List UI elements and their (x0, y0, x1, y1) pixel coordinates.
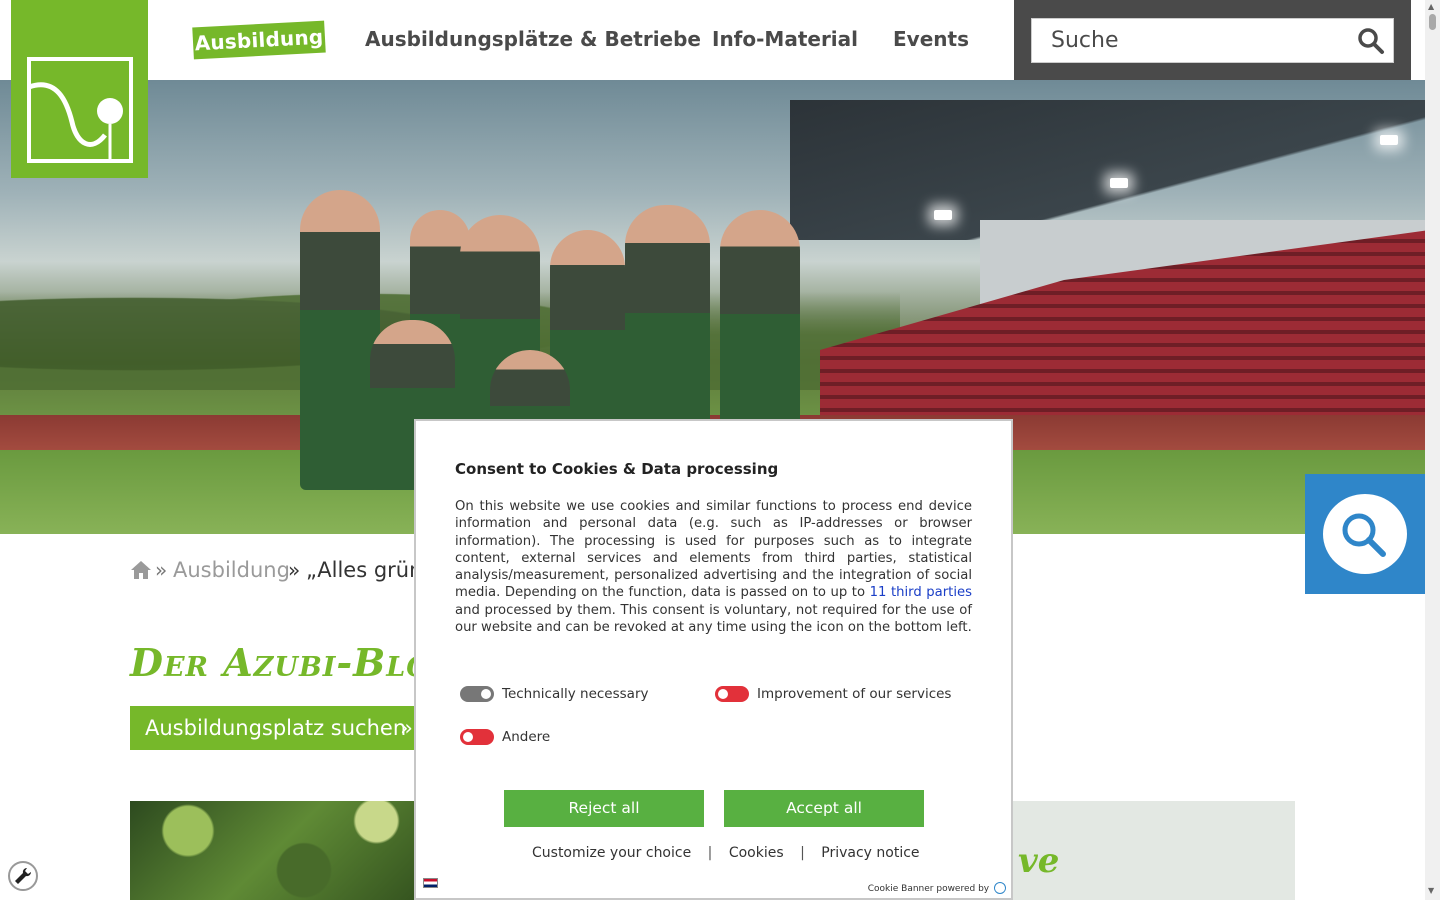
logo-mark-icon (27, 57, 133, 163)
cookie-dialog-text: On this website we use cookies and simil… (455, 499, 972, 636)
language-flag-icon[interactable] (423, 878, 438, 888)
search-input[interactable] (1032, 19, 1342, 62)
header-search-box (1031, 18, 1394, 63)
customize-choice-link[interactable]: Customize your choice (532, 845, 691, 861)
scroll-down-icon[interactable]: ▼ (1428, 886, 1434, 895)
home-icon[interactable] (130, 560, 152, 585)
page-title-left: Der Azubi-Blo (130, 640, 431, 685)
breadcrumb-link-ausbildung[interactable]: Ausbildung (173, 558, 290, 582)
toggle-switch[interactable] (715, 686, 749, 702)
page-scrollbar[interactable]: ▲ ▼ (1425, 0, 1440, 900)
site-logo[interactable] (11, 0, 148, 178)
teaser-image[interactable] (130, 801, 420, 900)
cookies-link[interactable]: Cookies (729, 845, 784, 861)
cookie-consent-dialog: Consent to Cookies & Data processing On … (414, 419, 1013, 900)
toggle-switch[interactable] (460, 686, 494, 702)
nav-ausbildung-badge[interactable]: Ausbildung (192, 20, 326, 60)
site-header: Ausbildung Ausbildungsplätze & Betriebe … (0, 0, 1425, 80)
double-chevron-icon: » (400, 716, 413, 740)
header-search-area (1014, 0, 1411, 80)
nav-ausbildungsplaetze[interactable]: Ausbildungsplätze & Betriebe (365, 27, 701, 51)
toggle-technically-necessary[interactable]: Technically necessary (460, 684, 680, 704)
cookie-dialog-title: Consent to Cookies & Data processing (455, 460, 779, 478)
page-title: Der Azubi-Blo en (130, 640, 966, 685)
toggle-switch[interactable] (460, 729, 494, 745)
nav-info-material[interactable]: Info-Material (712, 27, 858, 51)
teaser-card[interactable]: ve (1010, 801, 1295, 900)
nav-events[interactable]: Events (893, 27, 969, 51)
search-icon[interactable] (1357, 27, 1385, 55)
hero-person (300, 190, 380, 490)
powered-by-link[interactable]: Cookie Banner powered by (868, 882, 1006, 894)
floating-search-button[interactable] (1305, 474, 1425, 594)
scroll-up-icon[interactable]: ▲ (1428, 2, 1434, 11)
cookie-settings-wrench-icon[interactable] (8, 861, 38, 891)
reject-all-button[interactable]: Reject all (504, 790, 704, 827)
cookie-dialog-links: Customize your choice | Cookies | Privac… (532, 845, 920, 861)
toggle-andere[interactable]: Andere (460, 727, 580, 747)
breadcrumb-separator-icon: » (155, 558, 168, 582)
third-parties-link[interactable]: 11 third parties (870, 585, 972, 600)
scrollbar-thumb[interactable] (1429, 14, 1436, 30)
magnifier-icon (1342, 513, 1386, 557)
privacy-notice-link[interactable]: Privacy notice (821, 845, 919, 861)
breadcrumb-current: „Alles grün (306, 558, 423, 582)
accept-all-button[interactable]: Accept all (724, 790, 924, 827)
ausbildungsplatz-suchen-button[interactable]: Ausbildungsplatz suchen » (130, 706, 420, 750)
provider-logo-icon (994, 882, 1006, 894)
toggle-improvement-services[interactable]: Improvement of our services (715, 684, 975, 704)
breadcrumb-separator-icon: » (288, 558, 301, 582)
